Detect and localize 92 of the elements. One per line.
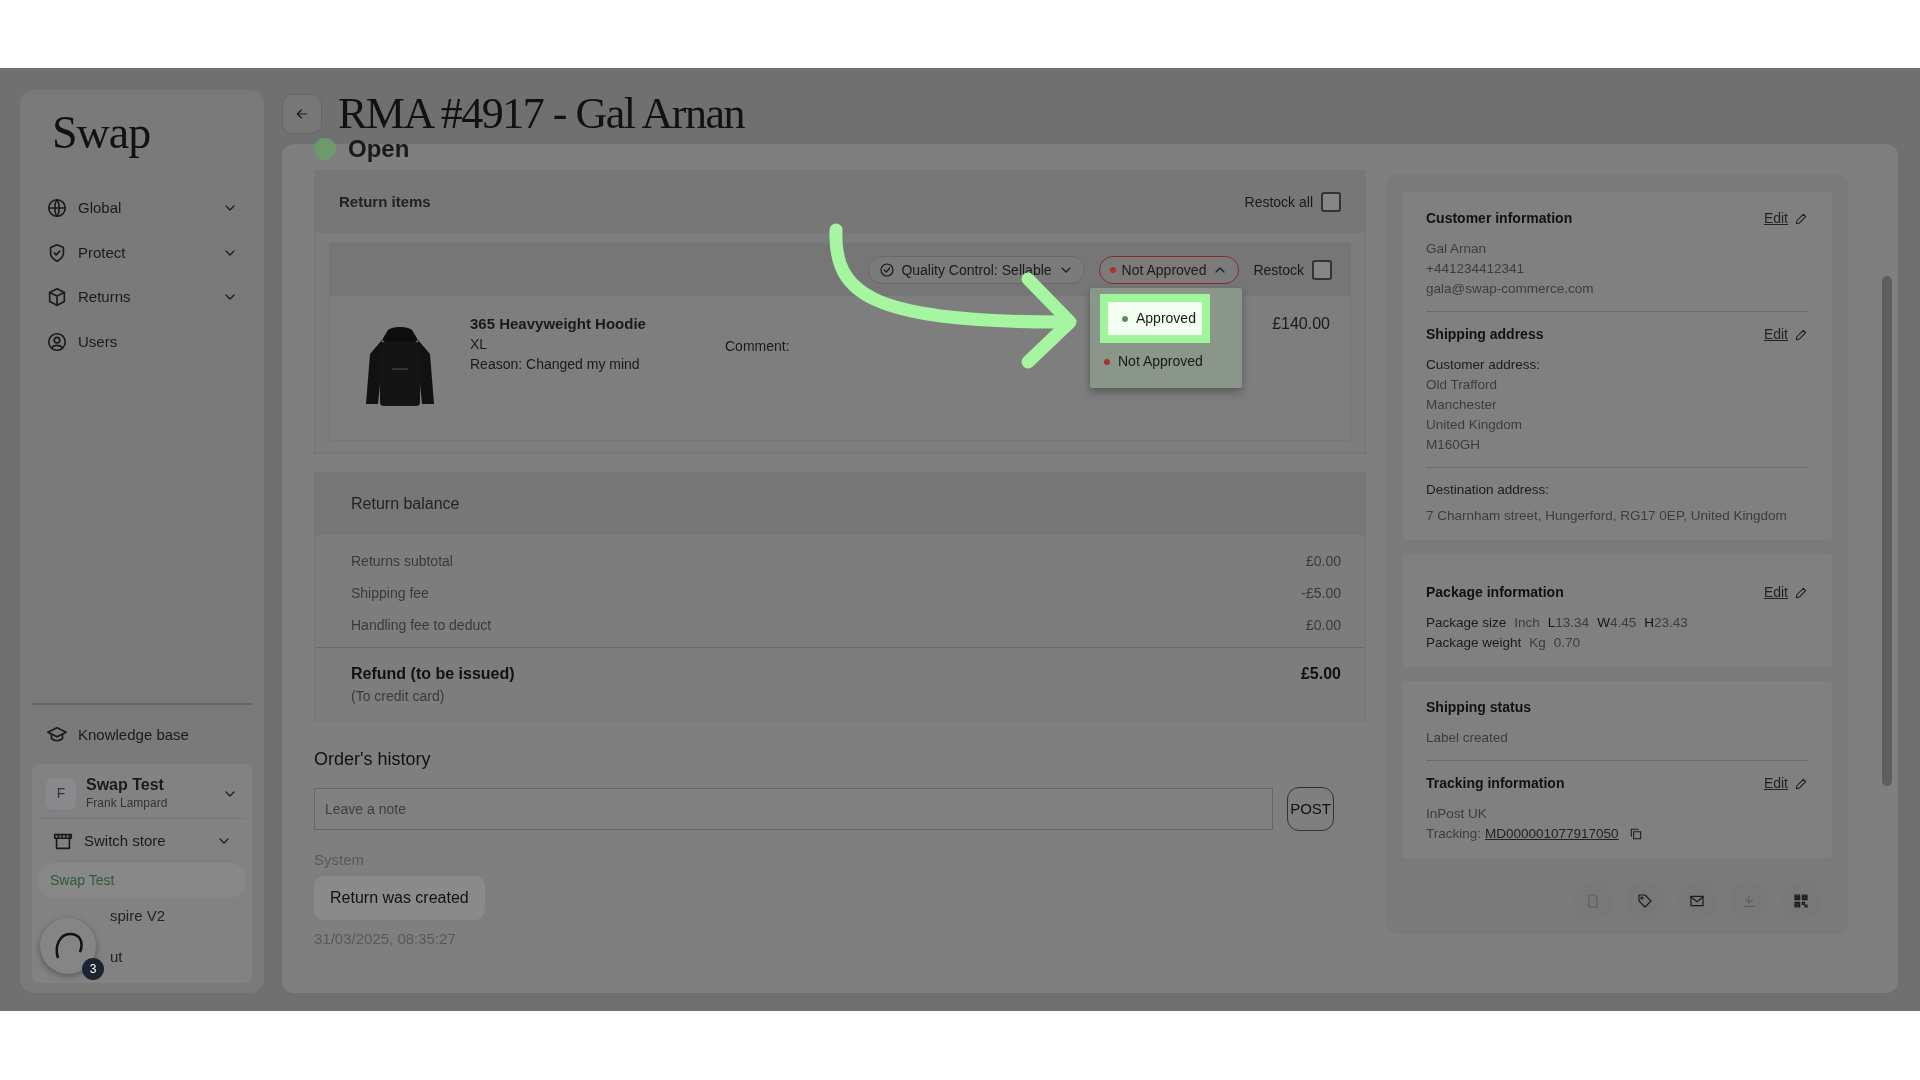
balance-value: £0.00 <box>1305 615 1341 635</box>
card-title: Shipping address <box>1426 325 1544 344</box>
section-title: Return balance <box>351 494 460 514</box>
balance-value: -£5.00 <box>1301 583 1341 603</box>
document-icon <box>1585 893 1601 909</box>
account-switcher[interactable]: F Swap Test Frank Lampard <box>38 769 246 819</box>
customer-detail: Gal Arnan <box>1426 240 1488 258</box>
nav-item[interactable]: Global <box>32 186 252 231</box>
avatar: F <box>46 778 76 809</box>
address-line: Manchester <box>1426 396 1498 414</box>
tag-icon <box>1637 893 1653 909</box>
switch-store-toggle[interactable]: Switch store <box>38 818 246 863</box>
refund-note: (To credit card) <box>351 687 446 706</box>
store-item[interactable]: spire V2 <box>38 898 246 935</box>
address-line: United Kingdom <box>1426 416 1524 434</box>
nav-item[interactable]: Protect <box>32 230 252 275</box>
pencil-icon <box>1794 327 1808 342</box>
status-dot <box>314 138 336 160</box>
status-label: Open <box>348 136 410 162</box>
copy-icon <box>1628 827 1643 841</box>
item-name: 365 Heavyweight Hoodie <box>470 314 647 334</box>
item-size: XL <box>470 335 489 354</box>
customer-detail: gala@swap-commerce.com <box>1426 280 1595 298</box>
item-price: £140.00 <box>1272 314 1330 334</box>
address-label: Destination address: <box>1426 481 1551 499</box>
account-name: Swap Test <box>86 775 165 794</box>
section-title: Order's history <box>314 748 432 771</box>
menu-option[interactable]: Approved <box>1100 294 1210 343</box>
weight-value: 0.70 <box>1553 634 1581 652</box>
status-value: Label created <box>1426 729 1509 747</box>
qr-code-icon <box>1793 893 1809 909</box>
card-title: Tracking information <box>1426 774 1565 793</box>
field-label: Package weight <box>1426 634 1522 652</box>
item-reason: Reason: Changed my mind <box>470 355 641 374</box>
post-button[interactable]: POST <box>1287 787 1334 831</box>
balance-label: Returns subtotal <box>351 551 453 571</box>
pencil-icon <box>1794 585 1808 600</box>
address-line: Old Trafford <box>1426 376 1499 394</box>
card-title: Shipping status <box>1426 698 1531 717</box>
menu-option[interactable]: Not Approved <box>1090 343 1242 380</box>
pencil-icon <box>1794 776 1808 791</box>
quality-control-dropdown[interactable]: Quality Control: Sellable <box>868 256 1085 284</box>
refund-label: Refund (to be issued) <box>351 664 515 684</box>
edit-link[interactable]: Edit <box>1763 773 1808 794</box>
comment-label: Comment: <box>725 337 790 356</box>
carrier-name: InPost UK <box>1426 805 1488 823</box>
checkbox[interactable] <box>1321 192 1341 212</box>
user-circle-icon <box>46 330 68 353</box>
edit-link[interactable]: Edit <box>1763 324 1808 345</box>
page-title: RMA #4917 - Gal Arnan <box>338 92 745 136</box>
check-circle-icon <box>879 262 896 278</box>
field-label: Package size <box>1426 614 1507 632</box>
unit-label: Kg <box>1529 634 1546 652</box>
checkbox[interactable] <box>1312 260 1332 280</box>
checkbox-label: Restock all <box>1244 193 1313 212</box>
download-icon <box>1741 893 1757 909</box>
pencil-icon <box>1794 211 1808 226</box>
envelope-icon <box>1689 893 1705 909</box>
card-title: Customer information <box>1426 209 1573 228</box>
edit-link[interactable]: Edit <box>1763 582 1808 603</box>
edit-link[interactable]: Edit <box>1763 208 1808 229</box>
refund-value: £5.00 <box>1300 664 1341 684</box>
balance-label: Handling fee to deduct <box>351 615 492 635</box>
history-message: Return was created <box>314 875 485 920</box>
balance-value: £0.00 <box>1305 551 1341 571</box>
note-field[interactable]: Leave a note <box>314 788 1274 830</box>
card-title: Package information <box>1426 583 1564 602</box>
checkbox-label: Restock <box>1253 261 1304 280</box>
logo: Swap <box>52 110 152 156</box>
nav-item[interactable]: Returns <box>32 275 252 320</box>
account-user: Frank Lampard <box>86 794 169 812</box>
back-button[interactable] <box>282 94 322 134</box>
unit-label: Inch <box>1514 614 1540 632</box>
dimension-value: W4.45 <box>1597 614 1637 632</box>
address-line: 7 Charnham street, Hungerford, RG17 0EP, United Kingdom <box>1426 507 1788 525</box>
balance-label: Shipping fee <box>351 583 429 603</box>
globe-icon <box>46 197 68 220</box>
store-item[interactable]: Swap Test <box>38 863 246 898</box>
address-label: Customer address: <box>1426 356 1542 374</box>
nav-item[interactable]: Knowledge base <box>32 713 252 758</box>
cube-icon <box>46 286 68 309</box>
back-arrow-icon <box>294 106 310 122</box>
approval-dropdown[interactable]: Not Approved <box>1098 256 1240 284</box>
nav-item[interactable]: Users <box>32 319 252 364</box>
field-label: Tracking: <box>1426 825 1481 843</box>
customer-detail: +441234412341 <box>1426 260 1525 278</box>
dimension-value: H23.43 <box>1644 614 1688 632</box>
dimension-value: L13.34 <box>1547 614 1590 632</box>
status-dot <box>1109 267 1116 273</box>
tracking-link[interactable]: MD000001077917050 <box>1485 824 1619 844</box>
section-title: Return items <box>339 191 431 212</box>
address-line: M160GH <box>1426 436 1482 454</box>
